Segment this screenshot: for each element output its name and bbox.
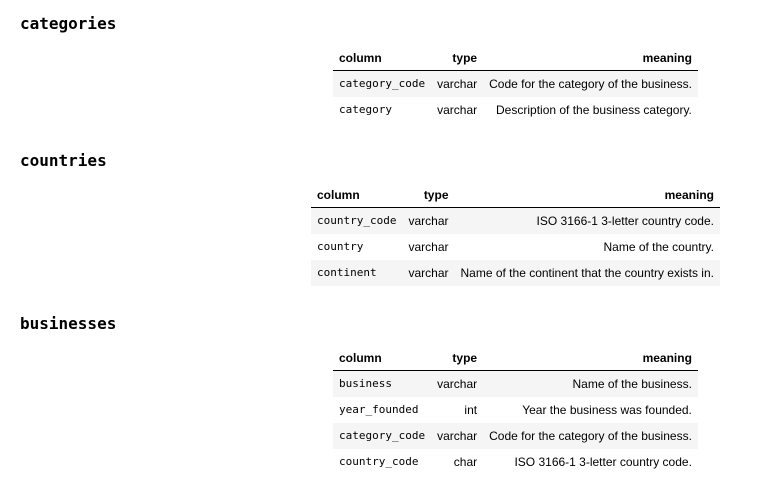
meaning-cell: Year the business was founded. — [522, 403, 692, 417]
section-title-categories: categories — [20, 14, 117, 33]
column-name-cell: country — [317, 240, 364, 253]
table-row: continent varchar Name of the continent … — [311, 260, 720, 286]
categories-table: column type meaning category_code varcha… — [333, 45, 698, 123]
meaning-header: meaning — [483, 345, 698, 371]
table-header-row: column type meaning — [333, 345, 698, 371]
column-header: column — [333, 345, 432, 371]
column-header: column — [311, 182, 403, 208]
meaning-cell: Description of the business category. — [496, 103, 692, 117]
column-name-cell: country_code — [317, 214, 397, 227]
meaning-header: meaning — [454, 182, 720, 208]
type-cell: varchar — [408, 266, 449, 280]
table-header-row: column type meaning — [333, 45, 698, 71]
table-row: country varchar Name of the country. — [311, 234, 720, 260]
meaning-cell: Name of the continent that the country e… — [460, 266, 714, 280]
column-name-cell: year_founded — [339, 403, 419, 416]
type-cell: int — [464, 403, 478, 417]
type-cell: varchar — [437, 429, 478, 443]
meaning-cell: Name of the business. — [572, 377, 692, 391]
type-cell: varchar — [437, 103, 478, 117]
column-name-cell: category — [339, 103, 392, 116]
type-cell: varchar — [437, 377, 478, 391]
section-title-countries: countries — [20, 151, 107, 170]
table-row: category_code varchar Code for the categ… — [333, 423, 698, 449]
meaning-cell: Code for the category of the business. — [489, 429, 692, 443]
type-header: type — [431, 345, 484, 371]
type-cell: varchar — [408, 240, 449, 254]
meaning-cell: ISO 3166-1 3-letter country code. — [536, 214, 714, 228]
table-row: business varchar Name of the business. — [333, 370, 698, 397]
countries-table: column type meaning country_code varchar… — [311, 182, 720, 286]
section-title-businesses: businesses — [20, 314, 117, 333]
type-cell: char — [453, 455, 478, 469]
table-row: country_code char ISO 3166-1 3-letter co… — [333, 449, 698, 475]
table-header-row: column type meaning — [311, 182, 720, 208]
type-header: type — [402, 182, 455, 208]
type-cell: varchar — [408, 214, 449, 228]
meaning-cell: Code for the category of the business. — [489, 77, 692, 91]
column-name-cell: category_code — [339, 429, 426, 442]
column-name-cell: continent — [317, 266, 377, 279]
meaning-cell: ISO 3166-1 3-letter country code. — [514, 455, 692, 469]
column-name-cell: category_code — [339, 77, 426, 90]
column-header: column — [333, 45, 432, 71]
meaning-header: meaning — [483, 45, 698, 71]
column-name-cell: country_code — [339, 455, 419, 468]
column-name-cell: business — [339, 377, 392, 390]
table-row: country_code varchar ISO 3166-1 3-letter… — [311, 207, 720, 234]
table-row: category_code varchar Code for the categ… — [333, 70, 698, 97]
meaning-cell: Name of the country. — [603, 240, 714, 254]
type-header: type — [431, 45, 484, 71]
table-row: year_founded int Year the business was f… — [333, 397, 698, 423]
businesses-table: column type meaning business varchar Nam… — [333, 345, 698, 475]
table-row: category varchar Description of the busi… — [333, 97, 698, 123]
type-cell: varchar — [437, 77, 478, 91]
